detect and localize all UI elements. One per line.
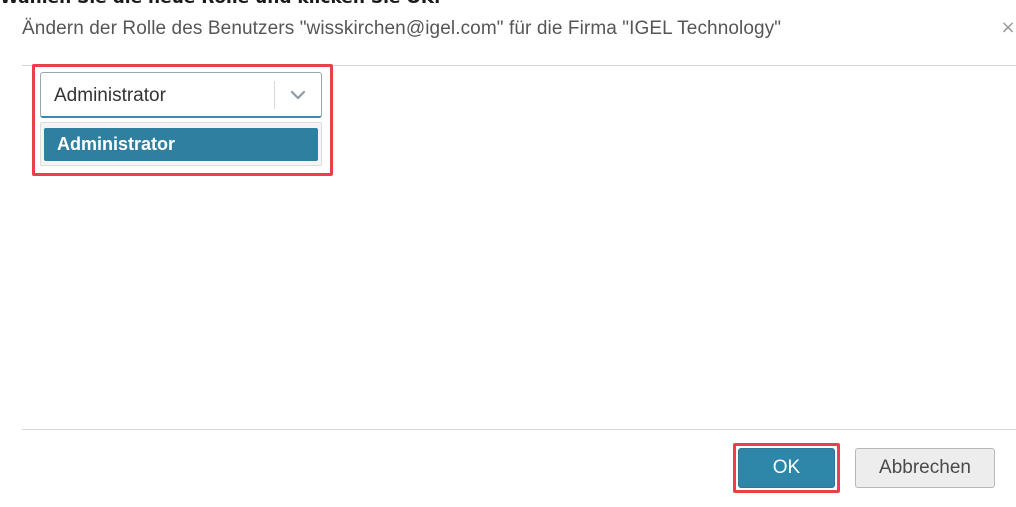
instruction-text: Wählen Sie die neue Rolle und klicken Si… xyxy=(0,0,440,8)
role-option-administrator[interactable]: Administrator xyxy=(44,128,318,161)
ok-button[interactable]: OK xyxy=(738,448,835,488)
select-separator xyxy=(274,81,275,109)
role-dropdown-list: Administrator xyxy=(40,122,322,166)
close-icon[interactable]: × xyxy=(1000,18,1016,38)
page: Wählen Sie die neue Rolle und klicken Si… xyxy=(0,0,1016,507)
role-select[interactable]: Administrator xyxy=(40,72,322,118)
cancel-button[interactable]: Abbrechen xyxy=(855,448,995,488)
footer-divider xyxy=(22,429,1016,430)
chevron-down-icon[interactable] xyxy=(287,85,309,105)
role-select-value: Administrator xyxy=(54,85,166,106)
dialog-title: Ändern der Rolle des Benutzers "wisskirc… xyxy=(22,18,782,39)
